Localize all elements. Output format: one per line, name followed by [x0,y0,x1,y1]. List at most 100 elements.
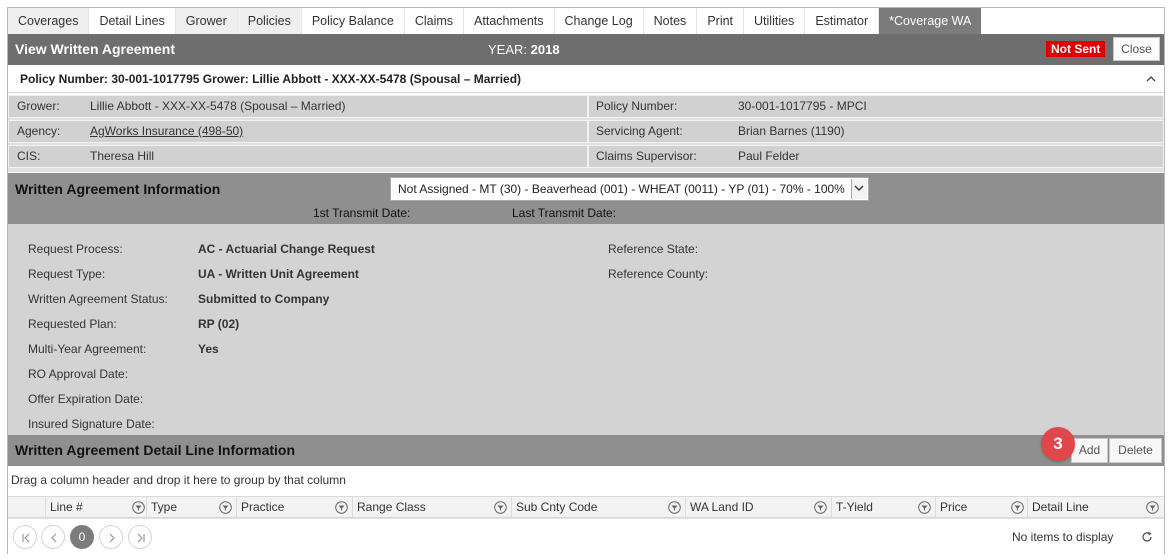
column-label: Line # [50,500,83,514]
filter-icon[interactable] [219,501,232,514]
delete-button[interactable]: Delete [1109,438,1162,463]
requested-plan-label: Requested Plan: [28,317,117,331]
tab-policies[interactable]: Policies [237,8,302,34]
window-header: View Written Agreement YEAR: 2018 Not Se… [8,34,1164,65]
tab-notes[interactable]: Notes [643,8,698,34]
claims-supervisor-label: Claims Supervisor: [596,149,697,163]
filter-icon[interactable] [918,501,931,514]
first-transmit-label: 1st Transmit Date: [313,206,411,220]
reference-county-label: Reference County: [608,267,709,281]
column-header-type[interactable]: Type [146,497,236,518]
step-number-badge: 3 [1041,427,1075,461]
next-page-button[interactable] [99,525,123,549]
chevron-right-icon [109,533,115,543]
group-by-hint: Drag a column header and drop it here to… [11,473,346,487]
policy-number-label: Policy Number: [596,99,678,113]
filter-icon[interactable] [335,501,348,514]
previous-page-button[interactable] [41,525,65,549]
wa-details-panel: Request Process: AC - Actuarial Change R… [8,224,1164,435]
add-button[interactable]: Add [1071,438,1108,463]
refresh-icon[interactable] [1141,531,1153,543]
wa-status-label: Written Agreement Status: [28,292,168,306]
detail-line-header: Written Agreement Detail Line Informatio… [8,435,1164,466]
year-label: YEAR: [488,42,528,57]
column-header-wa-land-id[interactable]: WA Land ID [685,497,831,518]
written-agreement-window: Coverages Detail Lines Grower Policies P… [7,7,1165,554]
tab-policy-balance[interactable]: Policy Balance [301,8,405,34]
group-by-drop-zone[interactable]: Drag a column header and drop it here to… [8,466,1164,497]
grid-pager: 0 No items to display [8,518,1164,554]
status-badge: Not Sent [1046,41,1106,57]
tab-claims[interactable]: Claims [404,8,465,34]
column-header-t-yield[interactable]: T-Yield [831,497,935,518]
tab-coverages[interactable]: Coverages [8,8,90,34]
last-transmit-label: Last Transmit Date: [512,206,617,220]
column-header-line-number[interactable]: Line # [45,497,146,518]
column-label: Price [940,500,968,514]
first-page-icon [22,533,30,543]
column-header-detail-line[interactable]: Detail Line [1027,497,1164,518]
column-label: T-Yield [836,500,873,514]
column-label: Sub Cnty Code [516,500,598,514]
window-title: View Written Agreement [15,41,176,57]
cis-value: Theresa Hill [90,149,155,163]
grid-header: Line # Type Practice Range Class Sub Cnt… [8,497,1164,518]
year-value: 2018 [530,42,560,57]
servicing-agent-label: Servicing Agent: [596,124,683,138]
chevron-down-icon[interactable] [851,179,867,199]
tab-estimator[interactable]: Estimator [805,8,880,34]
column-label: Type [151,500,178,514]
tab-print[interactable]: Print [697,8,745,34]
column-label: Practice [241,500,285,514]
ro-approval-date-label: RO Approval Date: [28,367,129,381]
column-label: WA Land ID [690,500,754,514]
tab-grower[interactable]: Grower [175,8,238,34]
first-page-button[interactable] [13,525,37,549]
year-indicator: YEAR: 2018 [488,34,560,65]
column-header-price[interactable]: Price [935,497,1027,518]
filter-icon[interactable] [132,501,145,514]
tab-change-log[interactable]: Change Log [554,8,644,34]
filter-icon[interactable] [1011,501,1024,514]
coverage-select[interactable]: Not Assigned - MT (30) - Beaverhead (001… [390,177,869,201]
policy-summary-bar: Policy Number: 30-001-1017795 Grower: Li… [8,65,1164,93]
grower-value: Lillie Abbott - XXX-XX-5478 (Spousal – M… [90,99,346,113]
multi-year-label: Multi-Year Agreement: [28,342,147,356]
info-row: CIS: Theresa Hill Claims Supervisor: Pau… [8,145,1164,168]
agency-link[interactable]: AgWorks Insurance (498-50) [90,121,243,142]
wa-info-header: Written Agreement Information Not Assign… [8,173,1164,224]
agency-cell: Agency: AgWorks Insurance (498-50) [8,120,588,143]
request-type-label: Request Type: [28,267,106,281]
tab-coverage-wa[interactable]: *Coverage WA [879,8,982,34]
policy-info-grid: Grower: Lillie Abbott - XXX-XX-5478 (Spo… [8,95,1164,172]
filter-icon[interactable] [494,501,507,514]
insured-signature-date-label: Insured Signature Date: [28,417,155,431]
multi-year-value: Yes [198,342,219,356]
chevron-up-icon[interactable] [1146,74,1156,84]
cis-label: CIS: [17,149,41,163]
column-header-practice[interactable]: Practice [236,497,352,518]
tab-utilities[interactable]: Utilities [744,8,806,34]
close-button[interactable]: Close [1113,37,1160,61]
last-page-button[interactable] [128,525,152,549]
column-label: Detail Line [1032,500,1089,514]
servicing-agent-cell: Servicing Agent: Brian Barnes (1190) [588,120,1164,143]
filter-icon[interactable] [814,501,827,514]
request-process-label: Request Process: [28,242,123,256]
agency-label: Agency: [17,124,61,138]
policy-summary-text: Policy Number: 30-001-1017795 Grower: Li… [20,72,522,86]
filter-icon[interactable] [668,501,681,514]
no-items-message: No items to display [1012,530,1114,544]
tab-detail-lines[interactable]: Detail Lines [89,8,176,34]
detail-line-title: Written Agreement Detail Line Informatio… [15,442,296,458]
tab-attachments[interactable]: Attachments [464,8,555,34]
filter-icon[interactable] [1146,501,1159,514]
current-page: 0 [70,525,94,549]
tab-bar: Coverages Detail Lines Grower Policies P… [8,8,982,34]
wa-info-title: Written Agreement Information [15,181,221,197]
cis-cell: CIS: Theresa Hill [8,145,588,168]
column-header-sub-cnty-code[interactable]: Sub Cnty Code [511,497,685,518]
claims-supervisor-cell: Claims Supervisor: Paul Felder [588,145,1164,168]
grower-label: Grower: [17,99,60,113]
column-header-range-class[interactable]: Range Class [352,497,511,518]
